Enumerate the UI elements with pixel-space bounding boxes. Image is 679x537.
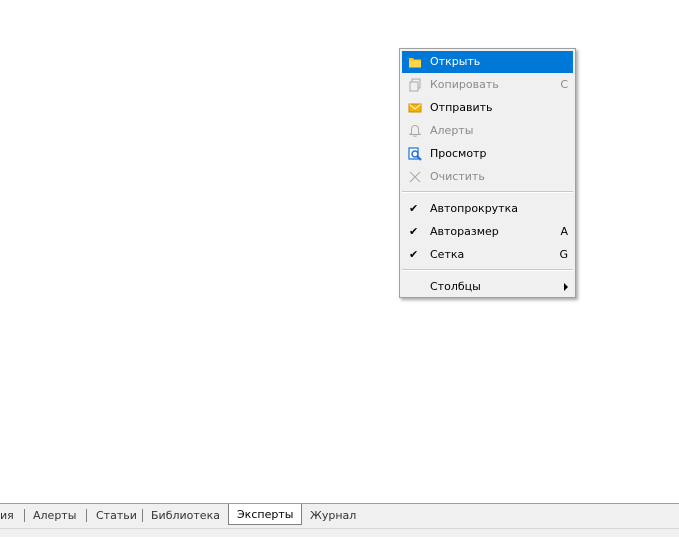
- tab-divider: [86, 509, 87, 522]
- checkmark-icon: ✔: [409, 248, 419, 261]
- copy-icon: [409, 78, 421, 92]
- menu-item-label: Автопрокрутка: [430, 202, 518, 215]
- menu-item-send[interactable]: Отправить: [402, 97, 573, 119]
- shortcut-label: G: [559, 248, 568, 261]
- folder-icon: [409, 58, 421, 68]
- menu-item-open[interactable]: Открыть: [402, 51, 573, 73]
- menu-item-autosize[interactable]: ✔ Авторазмер A: [402, 221, 573, 243]
- menu-item-copy[interactable]: Копировать C: [402, 74, 573, 96]
- menu-item-clear[interactable]: Очистить: [402, 166, 573, 188]
- menu-item-columns[interactable]: Столбцы: [402, 276, 573, 298]
- tab-library[interactable]: Библиотека: [151, 507, 220, 524]
- terminal-workspace: [0, 0, 679, 503]
- tab-articles[interactable]: Статьи: [96, 507, 137, 524]
- clear-icon: [409, 171, 421, 183]
- menu-item-label: Алерты: [430, 124, 474, 137]
- tab-alerts[interactable]: Алерты: [33, 507, 76, 524]
- tab-journal[interactable]: Журнал: [310, 507, 356, 524]
- menu-separator: [402, 269, 573, 271]
- shortcut-label: A: [560, 225, 568, 238]
- bell-icon: [408, 124, 422, 137]
- checkmark-icon: ✔: [409, 202, 419, 215]
- bottom-tab-bar: ия Алерты Статьи Библиотека Эксперты Жур…: [0, 503, 679, 537]
- preview-icon: [408, 147, 422, 161]
- menu-item-label: Очистить: [430, 170, 485, 183]
- menu-item-grid[interactable]: ✔ Сетка G: [402, 244, 573, 266]
- shortcut-label: C: [560, 78, 568, 91]
- menu-separator: [402, 191, 573, 193]
- menu-item-preview[interactable]: Просмотр: [402, 143, 573, 165]
- tab-divider: [24, 509, 25, 522]
- context-menu: Открыть Копировать C Отправить Алерты Пр…: [399, 48, 576, 298]
- menu-item-label: Авторазмер: [430, 225, 499, 238]
- tab-divider: [142, 509, 143, 522]
- menu-item-autoscroll[interactable]: ✔ Автопрокрутка: [402, 198, 573, 220]
- menu-item-alerts[interactable]: Алерты: [402, 120, 573, 142]
- menu-item-label: Просмотр: [430, 147, 487, 160]
- menu-item-label: Копировать: [430, 78, 499, 91]
- menu-item-label: Открыть: [430, 55, 481, 68]
- mail-icon: [408, 103, 422, 113]
- checkmark-icon: ✔: [409, 225, 419, 238]
- tab-experts[interactable]: Эксперты: [228, 504, 303, 525]
- tab-news[interactable]: ия: [0, 507, 14, 524]
- menu-item-label: Столбцы: [430, 280, 481, 293]
- submenu-arrow-icon: [564, 283, 568, 291]
- status-strip: [0, 528, 679, 537]
- menu-item-label: Отправить: [430, 101, 493, 114]
- menu-item-label: Сетка: [430, 248, 465, 261]
